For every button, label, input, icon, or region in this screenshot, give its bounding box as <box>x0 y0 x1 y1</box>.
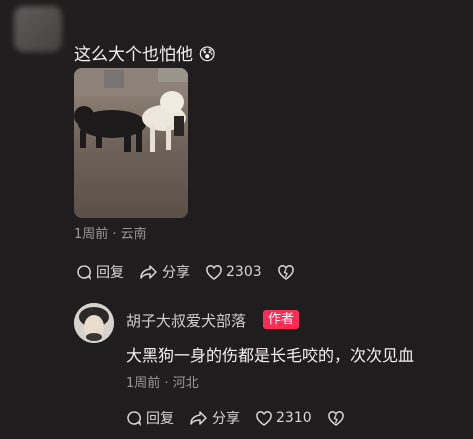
author-name[interactable]: 胡子大叔爱犬部落 <box>126 310 246 331</box>
share-button[interactable]: 分享 <box>140 262 190 282</box>
share-icon <box>140 265 157 279</box>
broken-heart-icon <box>327 410 344 426</box>
author-avatar[interactable] <box>74 303 114 343</box>
comment-meta: 1周前 · 云南 <box>74 227 147 242</box>
heart-icon <box>256 410 272 426</box>
reply-icon <box>77 265 92 280</box>
comment-actions: 回复 分享 2303 <box>76 262 294 282</box>
reply-actions: 回复 分享 2310 <box>126 408 344 428</box>
share-icon <box>190 411 207 425</box>
reply-button[interactable]: 回复 <box>76 262 124 282</box>
reply-text: 大黑狗一身的伤都是长毛咬的，次次见血 <box>126 346 415 365</box>
share-button[interactable]: 分享 <box>190 408 240 428</box>
comment-photo[interactable] <box>74 68 188 218</box>
reply-icon <box>127 411 142 426</box>
dislike-button[interactable] <box>327 410 344 426</box>
comment-text: 这么大个也怕他 😰 <box>74 45 217 65</box>
reply-button[interactable]: 回复 <box>126 408 174 428</box>
reply-meta: 1周前 · 河北 <box>126 376 199 391</box>
dogs-image <box>74 68 188 218</box>
heart-icon <box>206 264 222 280</box>
author-avatar-image <box>74 303 114 343</box>
author-badge: 作者 <box>263 310 300 329</box>
like-button[interactable]: 2310 <box>256 410 312 426</box>
dislike-button[interactable] <box>277 264 294 280</box>
commenter-avatar[interactable] <box>14 6 62 52</box>
broken-heart-icon <box>277 264 294 280</box>
like-button[interactable]: 2303 <box>206 264 262 280</box>
